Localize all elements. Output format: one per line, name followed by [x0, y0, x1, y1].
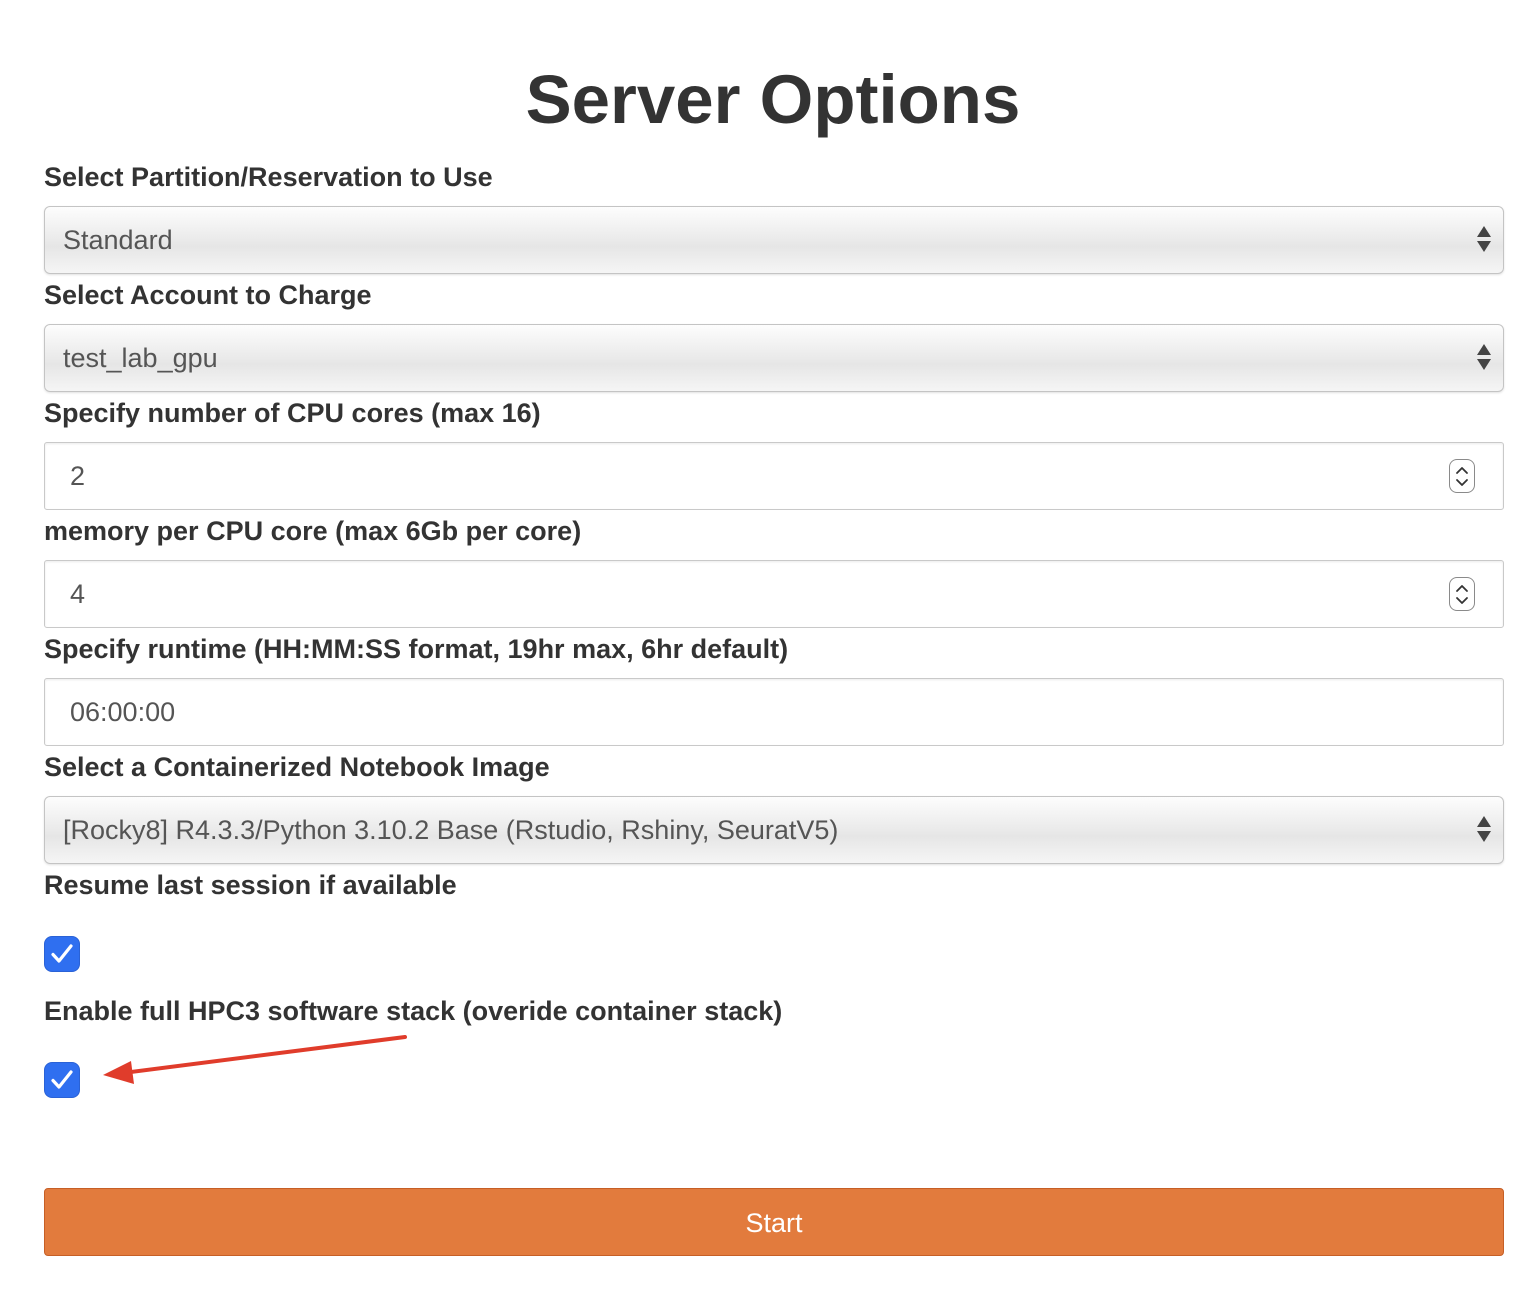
stepper-chevrons-icon[interactable] — [1449, 577, 1475, 611]
image-select[interactable]: [Rocky8] R4.3.3/Python 3.10.2 Base (Rstu… — [44, 796, 1504, 864]
memory-input[interactable]: 4 — [44, 560, 1504, 628]
runtime-input[interactable]: 06:00:00 — [44, 678, 1504, 746]
resume-session-checkbox[interactable] — [45, 937, 79, 971]
cpu-cores-label: Specify number of CPU cores (max 16) — [44, 398, 541, 428]
partition-label: Select Partition/Reservation to Use — [44, 162, 493, 192]
runtime-label: Specify runtime (HH:MM:SS format, 19hr m… — [44, 634, 789, 664]
up-down-arrows-icon — [1477, 226, 1491, 254]
up-down-arrows-icon — [1477, 344, 1491, 372]
page-title: Server Options — [525, 61, 1021, 138]
memory-label: memory per CPU core (max 6Gb per core) — [44, 516, 582, 546]
account-label: Select Account to Charge — [44, 280, 372, 310]
checkmark-icon — [51, 944, 73, 963]
partition-select-value: Standard — [63, 225, 173, 255]
image-label: Select a Containerized Notebook Image — [44, 752, 550, 782]
partition-select[interactable]: Standard — [44, 206, 1504, 274]
account-select[interactable]: test_lab_gpu — [44, 324, 1504, 392]
resume-session-label: Resume last session if available — [44, 870, 457, 900]
cpu-cores-input[interactable]: 2 — [44, 442, 1504, 510]
hpc3-stack-label: Enable full HPC3 software stack (overide… — [44, 996, 783, 1026]
memory-value: 4 — [70, 579, 86, 609]
up-down-arrows-icon — [1477, 816, 1491, 844]
account-select-value: test_lab_gpu — [63, 343, 218, 373]
start-button[interactable]: Start — [44, 1188, 1504, 1256]
hpc3-stack-checkbox[interactable] — [45, 1063, 79, 1097]
checkmark-icon — [51, 1070, 73, 1089]
stepper-chevrons-icon[interactable] — [1449, 459, 1475, 493]
runtime-value: 06:00:00 — [70, 697, 176, 727]
cpu-cores-value: 2 — [70, 461, 86, 491]
red-arrow-icon — [103, 1035, 407, 1084]
image-select-value: [Rocky8] R4.3.3/Python 3.10.2 Base (Rstu… — [63, 815, 839, 845]
